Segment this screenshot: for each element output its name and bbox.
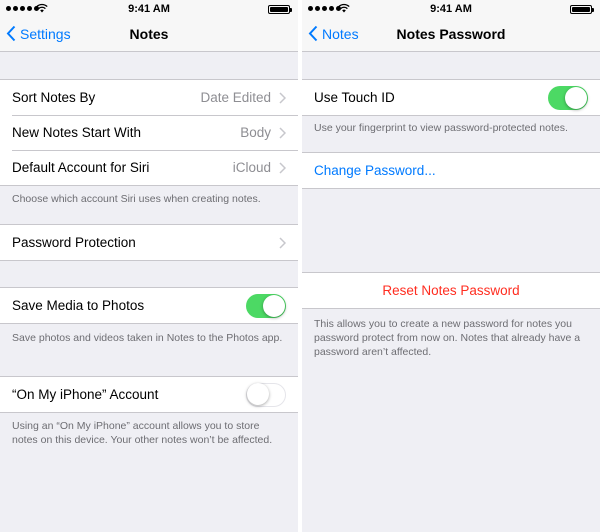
status-bar: 9:41 AM (302, 0, 600, 18)
new-notes-start-with-row[interactable]: New Notes Start With Body (0, 115, 298, 150)
use-touch-id-toggle[interactable] (548, 85, 588, 110)
navigation-bar: Notes Notes Password (302, 18, 600, 52)
touch-id-group: Use Touch ID (302, 79, 600, 116)
default-account-siri-row[interactable]: Default Account for Siri iCloud (0, 150, 298, 185)
sort-notes-by-label: Sort Notes By (12, 90, 96, 105)
save-media-row: Save Media to Photos (0, 288, 298, 323)
use-touch-id-label: Use Touch ID (314, 90, 395, 105)
sort-notes-by-row[interactable]: Sort Notes By Date Edited (0, 80, 298, 115)
chevron-left-icon (6, 25, 16, 42)
navigation-bar: Settings Notes (0, 18, 298, 52)
on-my-iphone-toggle[interactable] (246, 382, 286, 407)
default-account-siri-label: Default Account for Siri (12, 160, 150, 175)
change-password-label: Change Password... (314, 163, 436, 178)
chevron-right-icon (279, 236, 286, 249)
chevron-right-icon (279, 161, 286, 174)
change-password-group: Change Password... (302, 152, 600, 189)
siri-account-footer: Choose which account Siri uses when crea… (12, 193, 261, 205)
back-button-label: Notes (322, 25, 359, 42)
notes-password-screen: 9:41 AM Notes Notes Password Use Touch I… (302, 0, 600, 532)
reset-notes-password-button[interactable]: Reset Notes Password (302, 273, 600, 308)
on-my-iphone-row: “On My iPhone” Account (0, 377, 298, 412)
password-group: Password Protection (0, 224, 298, 261)
new-notes-start-with-value: Body (240, 125, 271, 140)
chevron-left-icon (308, 25, 318, 42)
save-media-label: Save Media to Photos (12, 298, 145, 313)
sort-notes-by-value: Date Edited (200, 90, 271, 105)
change-password-row[interactable]: Change Password... (302, 153, 600, 188)
battery-icon (268, 5, 292, 14)
reset-notes-password-label: Reset Notes Password (382, 283, 520, 298)
password-protection-row[interactable]: Password Protection (0, 225, 298, 260)
save-media-toggle[interactable] (246, 293, 286, 318)
password-protection-label: Password Protection (12, 235, 136, 250)
on-my-iphone-label: “On My iPhone” Account (12, 387, 159, 402)
status-time: 9:41 AM (430, 3, 472, 15)
notes-settings-screen: 9:41 AM Settings Notes Sort Notes By Dat… (0, 0, 298, 532)
status-bar: 9:41 AM (0, 0, 298, 18)
chevron-right-icon (279, 91, 286, 104)
touch-id-footer: Use your fingerprint to view password-pr… (314, 122, 568, 134)
back-button[interactable]: Notes (308, 25, 359, 42)
chevron-right-icon (279, 126, 286, 139)
default-account-siri-value: iCloud (232, 160, 271, 175)
back-button-label: Settings (20, 25, 71, 42)
reset-password-footer: This allows you to create a new password… (314, 318, 581, 358)
status-time: 9:41 AM (128, 3, 170, 15)
save-media-group: Save Media to Photos (0, 287, 298, 324)
on-my-iphone-group: “On My iPhone” Account (0, 376, 298, 413)
on-my-iphone-footer: Using an “On My iPhone” account allows y… (12, 420, 273, 446)
save-media-footer: Save photos and videos taken in Notes to… (12, 332, 283, 344)
back-button[interactable]: Settings (6, 25, 71, 42)
notes-options-group: Sort Notes By Date Edited New Notes Star… (0, 79, 298, 186)
battery-icon (570, 5, 594, 14)
use-touch-id-row: Use Touch ID (302, 80, 600, 115)
new-notes-start-with-label: New Notes Start With (12, 125, 142, 140)
reset-password-group: Reset Notes Password (302, 272, 600, 309)
